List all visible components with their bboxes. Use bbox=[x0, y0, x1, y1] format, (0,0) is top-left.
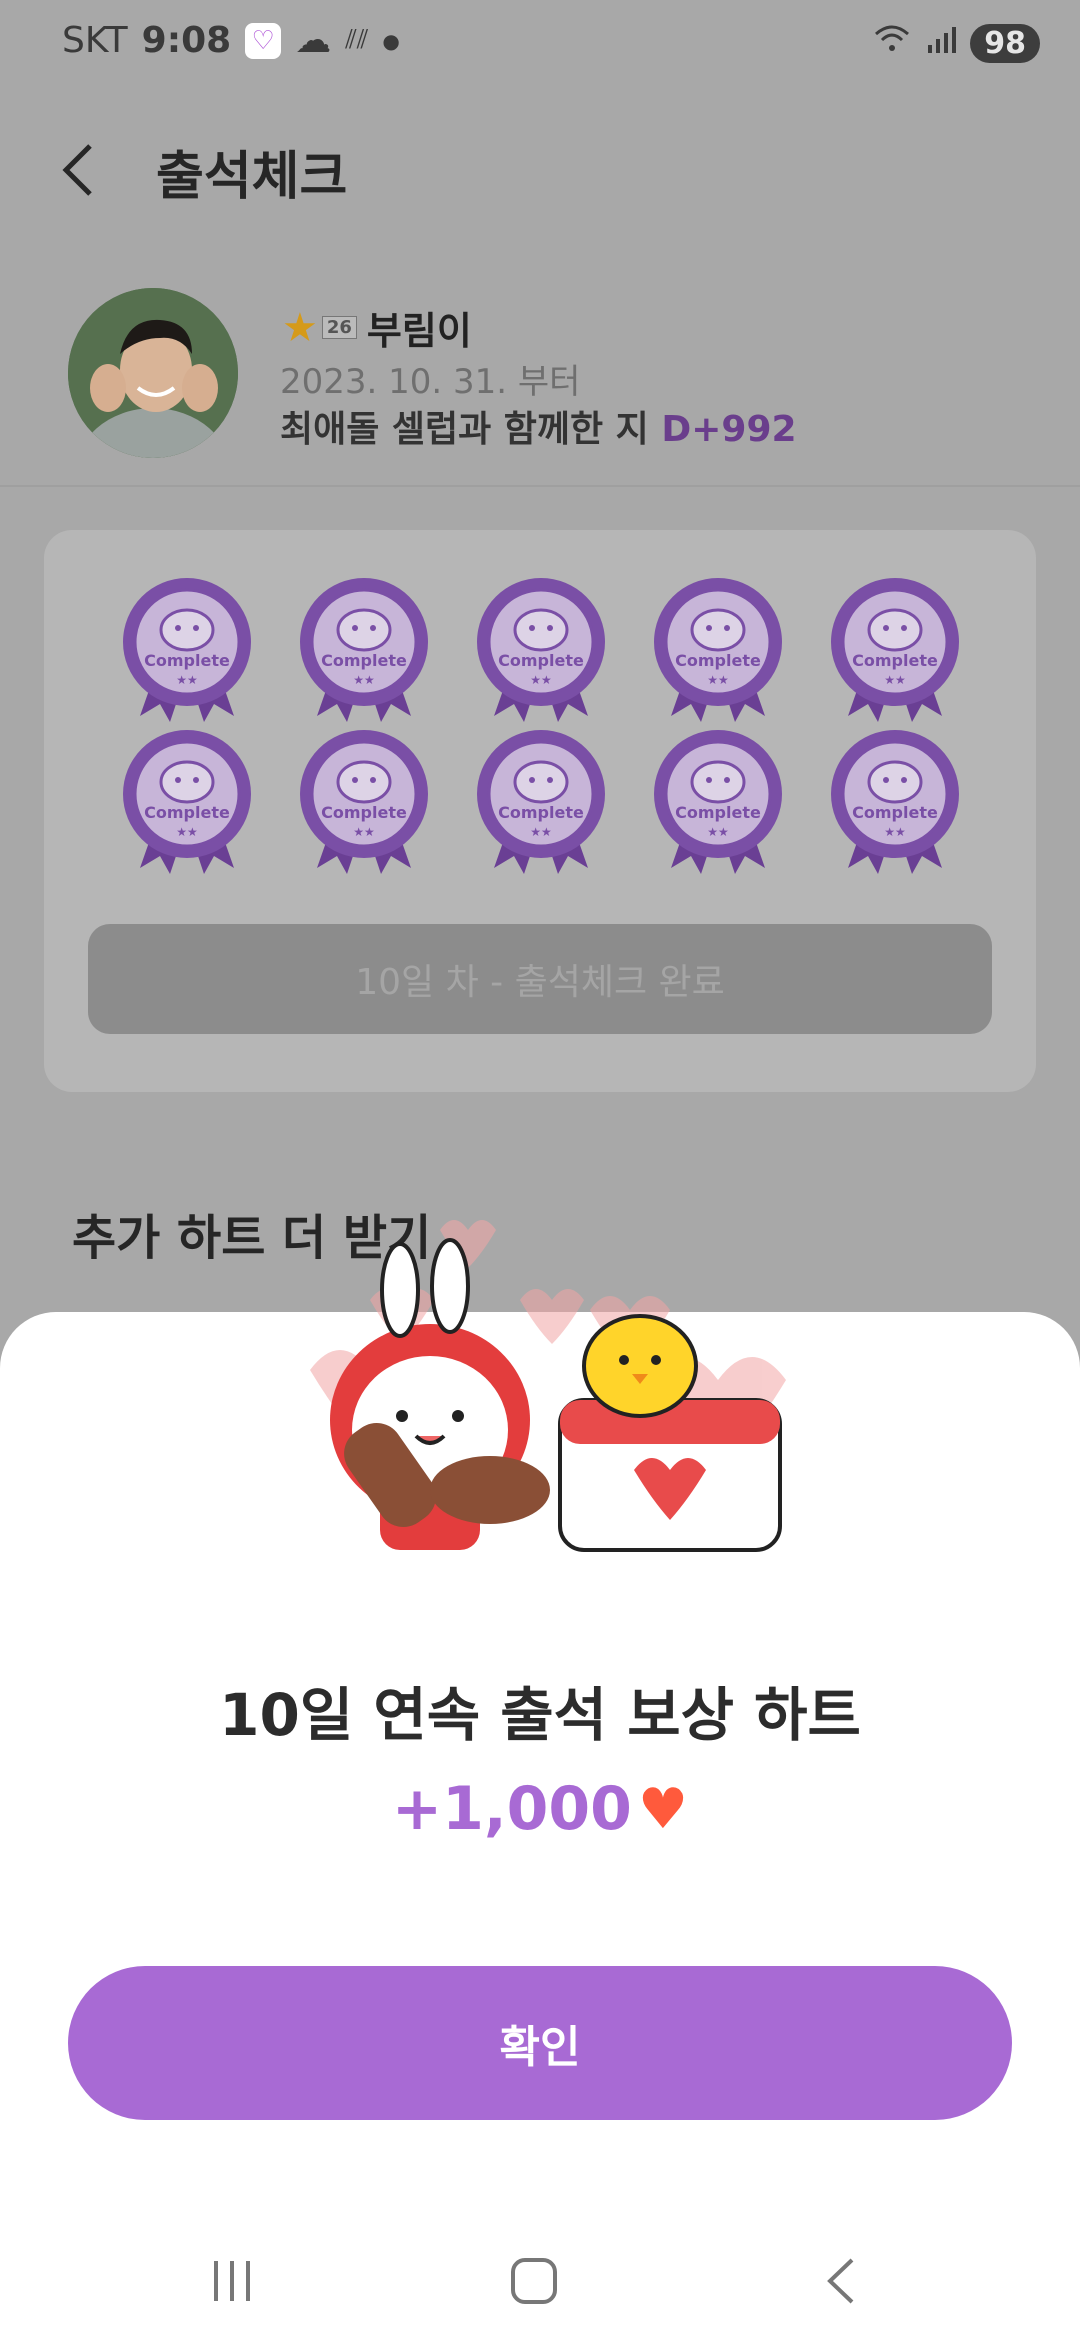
level-number: 26 bbox=[321, 316, 357, 339]
back-button[interactable] bbox=[56, 140, 100, 200]
system-navigation-bar bbox=[0, 2220, 1080, 2340]
svg-text:★★: ★★ bbox=[353, 673, 375, 687]
avatar[interactable] bbox=[68, 288, 238, 458]
svg-text:★★: ★★ bbox=[176, 825, 198, 839]
badge-label: Complete bbox=[498, 651, 584, 670]
reward-title: 10일 연속 출석 보상 하트 bbox=[219, 1681, 861, 1749]
profile-name-row: ★ 26 부림이 bbox=[282, 300, 472, 355]
heart-app-icon: ♡ bbox=[245, 22, 282, 59]
clock: 9:08 bbox=[141, 20, 232, 61]
badge-grid: Complete ★★ Complete ★★ Complete ★★ Complete ★★… bbox=[114, 576, 994, 874]
back-icon[interactable] bbox=[800, 2246, 880, 2316]
badge-label: Complete bbox=[498, 803, 584, 822]
signal-stripes-icon: ⫽⫽ bbox=[345, 25, 369, 55]
badge-label: Complete bbox=[852, 651, 938, 670]
app-header: 출석체크 bbox=[0, 110, 1080, 230]
page-title: 출석체크 bbox=[156, 147, 348, 207]
reward-amount: +1,000 bbox=[391, 1774, 632, 1844]
badge-label: Complete bbox=[144, 803, 230, 822]
badge-label: Complete bbox=[144, 651, 230, 670]
complete-badge: Complete ★★ bbox=[114, 728, 260, 874]
chevron-left-icon bbox=[62, 144, 92, 196]
cell-signal-icon bbox=[926, 23, 957, 64]
dot-icon: ● bbox=[382, 28, 400, 53]
complete-badge: Complete ★★ bbox=[114, 576, 260, 722]
complete-badge: Complete ★★ bbox=[645, 576, 791, 722]
days-count: D+992 bbox=[661, 409, 797, 450]
complete-badge: Complete ★★ bbox=[822, 728, 968, 874]
badge-label: Complete bbox=[675, 651, 761, 670]
reward-amount-row: +1,000 ♥ bbox=[0, 1774, 1080, 1844]
complete-badge: Complete ★★ bbox=[291, 576, 437, 722]
attendance-status-button[interactable]: 10일 차 - 출석체크 완료 bbox=[88, 924, 992, 1034]
profile-since: 2023. 10. 31. 부터 bbox=[280, 362, 581, 402]
complete-badge: Complete ★★ bbox=[822, 576, 968, 722]
profile-days: 최애돌 셀럽과 함께한 지 D+992 bbox=[280, 400, 797, 452]
badge-label: Complete bbox=[321, 803, 407, 822]
heart-icon: ♥ bbox=[637, 1776, 689, 1842]
svg-text:★★: ★★ bbox=[530, 825, 552, 839]
recent-apps-icon[interactable] bbox=[192, 2246, 272, 2316]
complete-badge: Complete ★★ bbox=[468, 576, 614, 722]
svg-text:★★: ★★ bbox=[884, 825, 906, 839]
badge-label: Complete bbox=[675, 803, 761, 822]
badge-label: Complete bbox=[852, 803, 938, 822]
profile-section: ★ 26 부림이 2023. 10. 31. 부터 최애돌 셀럽과 함께한 지 … bbox=[0, 270, 1080, 487]
svg-text:★★: ★★ bbox=[530, 673, 552, 687]
days-text: 최애돌 셀럽과 함께한 지 bbox=[280, 409, 649, 450]
carrier: SKT bbox=[62, 20, 128, 61]
complete-badge: Complete ★★ bbox=[291, 728, 437, 874]
status-bar: SKT 9:08 ♡ ☁ ⫽⫽ ● 98 bbox=[0, 0, 1080, 90]
svg-text:★★: ★★ bbox=[707, 673, 729, 687]
svg-text:★★: ★★ bbox=[884, 673, 906, 687]
complete-badge: Complete ★★ bbox=[468, 728, 614, 874]
attendance-mascot-illustration bbox=[290, 1190, 810, 1570]
level-badge: ★ 26 bbox=[282, 305, 357, 351]
complete-badge: Complete ★★ bbox=[645, 728, 791, 874]
svg-text:★★: ★★ bbox=[176, 673, 198, 687]
confirm-button[interactable]: 확인 bbox=[68, 1966, 1012, 2120]
svg-text:★★: ★★ bbox=[353, 825, 375, 839]
battery-level: 98 bbox=[970, 24, 1040, 63]
wifi-icon bbox=[872, 22, 912, 65]
cloud-icon: ☁ bbox=[295, 20, 332, 61]
attendance-card: Complete ★★ Complete ★★ Complete ★★ Complete ★★… bbox=[44, 530, 1036, 1092]
svg-text:★★: ★★ bbox=[707, 825, 729, 839]
home-icon[interactable] bbox=[494, 2246, 574, 2316]
star-icon: ★ bbox=[282, 304, 318, 351]
profile-name: 부림이 bbox=[366, 309, 472, 353]
badge-label: Complete bbox=[321, 651, 407, 670]
